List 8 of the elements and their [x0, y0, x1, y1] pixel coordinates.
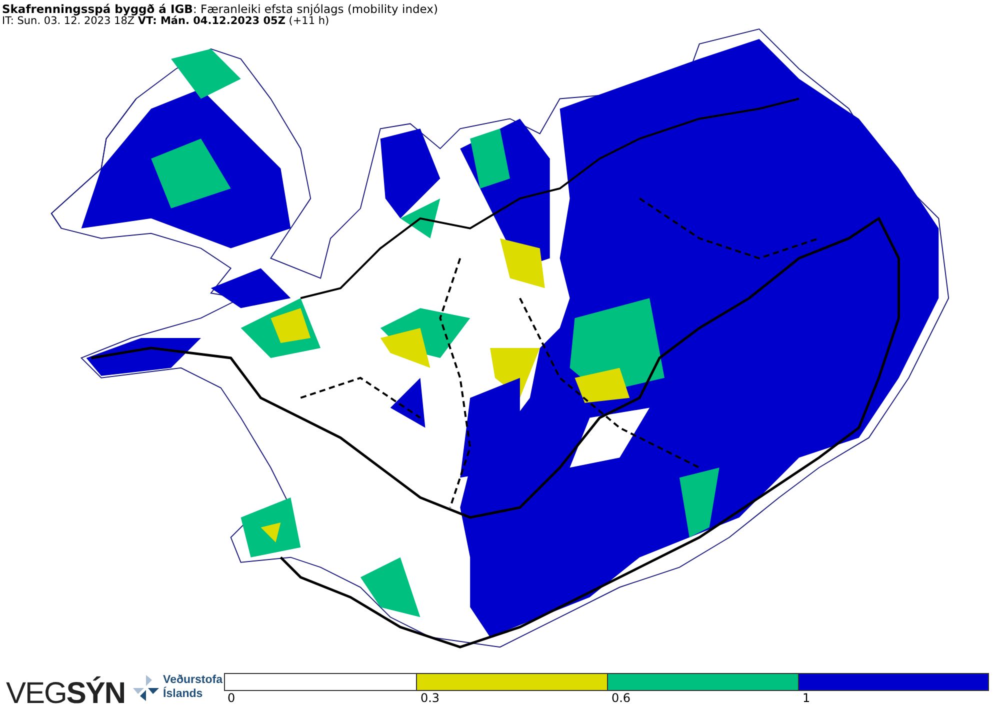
agency-logo-text: Veðurstofa Íslands	[163, 673, 222, 701]
legend-tick-label: 0.6	[611, 691, 631, 705]
map-title: Skafrenningsspá byggð á IGB: Færanleiki efsta snjólags (mobility index)	[2, 3, 438, 15]
legend-tick-label: 0.3	[420, 691, 440, 705]
forecast-times: IT: Sun. 03. 12. 2023 18Z VT: Mán. 04.12.2023 05Z (+11 h)	[2, 15, 330, 27]
legend-tick-label: 0	[227, 691, 236, 705]
legend-tick-label: 1	[802, 691, 810, 705]
arrows-logo-icon	[133, 675, 160, 701]
